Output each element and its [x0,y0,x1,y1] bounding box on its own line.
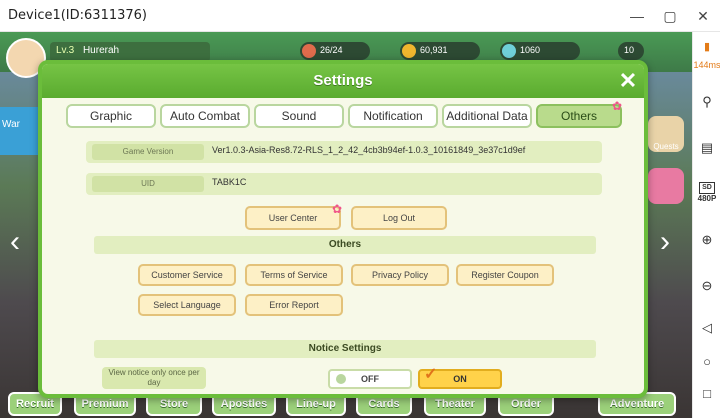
game-viewport: Lv.3 Hurerah 26/24 60,931 1060 10 War ‹ … [0,32,692,418]
gems-pill[interactable]: 1060 [500,42,580,60]
gold-coin-icon [402,44,416,58]
tab-graphic[interactable]: Graphic [66,104,156,128]
stamina-pill[interactable]: 26/24 [300,42,370,60]
left-arrow-icon[interactable]: ‹ [2,222,28,262]
settings-dialog: Settings ✕ Graphic Auto Combat Sound Not… [38,60,648,398]
close-icon[interactable]: ✕ [616,68,640,94]
terms-of-service-button[interactable]: Terms of Service [245,264,343,286]
window-titlebar: Device1(ID:6311376) — ▢ ✕ [0,0,720,32]
privacy-policy-button[interactable]: Privacy Policy [351,264,449,286]
event-banner-text: War [2,119,20,130]
customer-service-button[interactable]: Customer Service [138,264,236,286]
mail-badge[interactable]: 10 [618,42,644,60]
settings-header: Settings ✕ [42,64,644,98]
player-name: Hurerah [82,45,120,56]
stamina-value: 26/24 [320,45,343,55]
window-title: Device1(ID:6311376) [8,8,147,23]
minimize-icon[interactable]: — [627,6,647,26]
settings-title: Settings [313,72,373,89]
recent-apps-icon[interactable]: □ [693,386,720,401]
emulator-sidebar: ▮ 144ms ⚲ ▤ SD 480P ⊕ ⊖ ◁ ○ □ [692,32,720,418]
window-close-icon[interactable]: ✕ [693,6,713,26]
gems-value: 1060 [520,45,541,55]
toggle-off-label: OFF [361,374,379,384]
quests-button[interactable]: Quests [648,116,684,152]
notice-settings-header: Notice Settings [94,340,596,358]
error-report-button[interactable]: Error Report [245,294,343,316]
user-center-button[interactable]: User Center [245,206,341,230]
flower-icon: ✿ [332,202,343,216]
notice-off-toggle[interactable]: OFF [328,369,412,389]
first-purchase-button[interactable] [648,168,684,204]
resolution-button[interactable]: SD 480P [693,182,720,204]
others-section-header: Others [94,236,596,254]
add-app-icon[interactable]: ⊕ [693,232,720,248]
uid-row: UID TABK1C [86,173,602,195]
register-coupon-button[interactable]: Register Coupon [456,264,554,286]
fps-readout: 144ms [693,60,720,70]
toggle-on-label: ON [453,374,467,384]
player-info: Lv.3 Hurerah [50,42,210,62]
quests-label: Quests [653,142,679,151]
maximize-icon[interactable]: ▢ [660,6,680,26]
game-version-row: Game Version Ver1.0.3-Asia-Res8.72-RLS_1… [86,141,602,163]
back-icon[interactable]: ◁ [693,320,720,336]
uid-value: TABK1C [212,177,247,187]
right-arrow-icon[interactable]: › [652,222,678,262]
resolution-badge: SD [699,182,715,194]
tab-additional-data[interactable]: Additional Data [442,104,532,128]
stamina-icon [302,44,316,58]
uid-label: UID [92,176,204,192]
game-version-label: Game Version [92,144,204,160]
notice-on-toggle[interactable]: ✓ ON [418,366,502,389]
remove-app-icon[interactable]: ⊖ [693,278,720,294]
select-language-button[interactable]: Select Language [138,294,236,316]
tab-auto-combat[interactable]: Auto Combat [160,104,250,128]
player-level: Lv.3 [56,45,75,56]
keyboard-icon[interactable]: ▤ [693,140,720,156]
logout-button[interactable]: Log Out [351,206,447,230]
flower-icon: ✿ [612,99,623,113]
game-version-value: Ver1.0.3-Asia-Res8.72-RLS_1_2_42_4cb3b94… [212,145,526,155]
tab-others[interactable]: Others [536,104,622,128]
signal-icon: ▮ [703,41,711,53]
mail-count: 10 [624,45,635,55]
gold-pill[interactable]: 60,931 [400,42,480,60]
notice-once-label: View notice only once per day [102,367,206,389]
home-icon[interactable]: ○ [693,354,720,369]
event-banner[interactable]: War [0,107,38,155]
gem-icon [502,44,516,58]
radio-dot-icon [336,374,346,384]
tab-sound[interactable]: Sound [254,104,344,128]
tab-notification[interactable]: Notification [348,104,438,128]
pin-icon[interactable]: ⚲ [693,94,720,110]
checkmark-icon: ✓ [424,366,438,383]
gold-value: 60,931 [420,45,448,55]
resolution-label: 480P [697,194,717,203]
